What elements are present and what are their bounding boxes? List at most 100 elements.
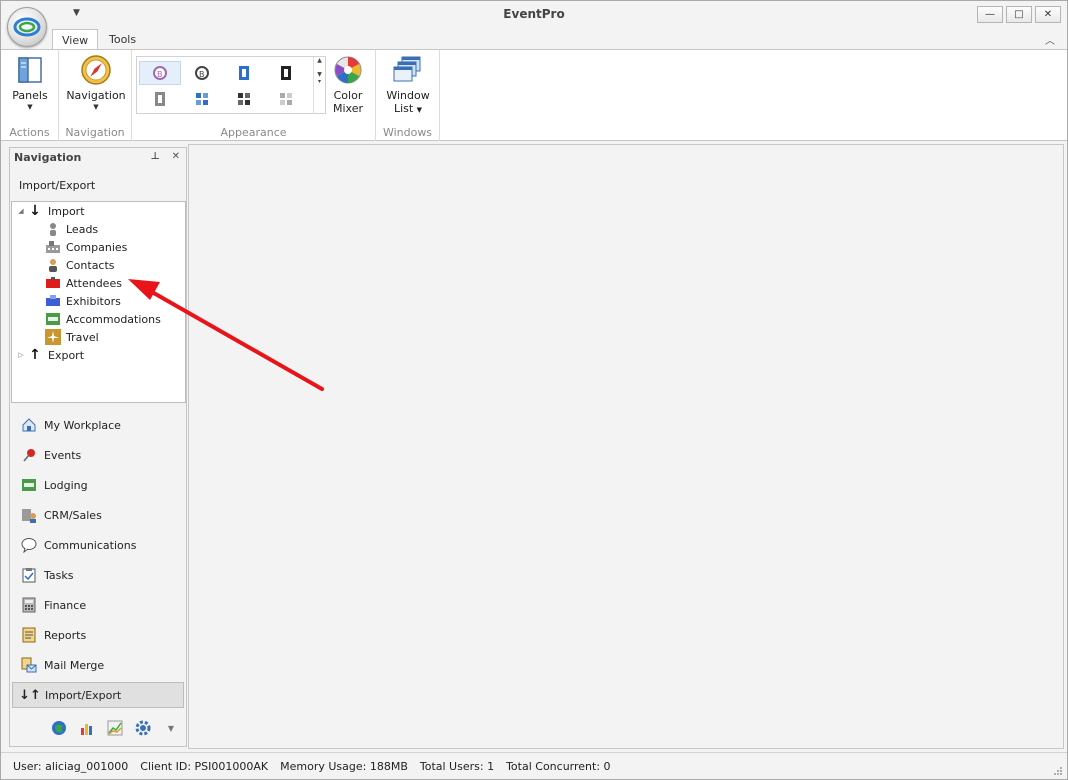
skin-tiles-blue-icon[interactable] (181, 87, 223, 111)
tree-item-leads[interactable]: Leads (45, 220, 98, 238)
color-wheel-icon (332, 54, 364, 86)
nav-button-import-export[interactable]: ↓↑ Import/Export (12, 682, 184, 708)
resize-grip-icon[interactable] (1053, 766, 1063, 776)
expand-icon[interactable]: ▷ (15, 351, 27, 359)
nav-section-title: Import/Export (19, 179, 96, 192)
home-icon (20, 416, 38, 434)
title-bar: ▼ EventPro — □ ✕ (1, 1, 1067, 29)
navigation-panel: Navigation ⊥ ✕ Import/Export ◢ ↓ Import … (9, 147, 187, 747)
clipboard-check-icon (20, 566, 38, 584)
color-mixer-label-2: Mixer (332, 102, 363, 115)
nav-footer-shortcuts: ▼ (50, 719, 180, 737)
nav-button-finance[interactable]: Finance (12, 592, 184, 618)
tree-item-label: Exhibitors (66, 294, 121, 308)
window-list-icon (392, 54, 424, 86)
window-title: EventPro (503, 7, 565, 21)
skin-bezier-icon[interactable]: B (139, 61, 181, 85)
group-caption-windows: Windows (382, 126, 433, 139)
tree-item-travel[interactable]: Travel (45, 328, 99, 346)
collapse-ribbon-icon[interactable]: ︿ (1045, 32, 1055, 47)
skin-dark-bezier-icon[interactable]: B (181, 61, 223, 85)
svg-text:B: B (199, 70, 205, 79)
mail-merge-icon (20, 656, 38, 674)
window-list-dropdown-icon: ▼ (416, 106, 423, 114)
pin-icon[interactable]: ⊥ (150, 151, 159, 162)
tree-item-exhibitors[interactable]: Exhibitors (45, 292, 121, 310)
ribbon-group-navigation: Navigation ▼ Navigation (59, 50, 132, 141)
building-icon (45, 239, 61, 255)
tree-node-export[interactable]: ▷ ↑ Export (15, 346, 84, 364)
person-icon (45, 221, 61, 237)
ribbon: Panels ▼ Actions Navigation ▼ Navigation (1, 49, 1067, 141)
nav-button-tasks[interactable]: Tasks (12, 562, 184, 588)
nav-button-label: Tasks (44, 568, 74, 582)
collapse-icon[interactable]: ◢ (15, 207, 27, 215)
nav-button-label: My Workplace (44, 418, 121, 432)
navigation-button[interactable]: Navigation ▼ (65, 54, 127, 111)
import-export-tree: ◢ ↓ Import Leads Companies Contacts Atte… (11, 201, 186, 403)
nav-button-mail-merge[interactable]: Mail Merge (12, 652, 184, 678)
skin-office-gray-icon[interactable] (139, 87, 181, 111)
gear-icon[interactable] (134, 719, 152, 737)
globe-icon[interactable] (50, 719, 68, 737)
bed-icon (45, 311, 61, 327)
more-options-icon[interactable]: ▼ (162, 719, 180, 737)
maximize-button[interactable]: □ (1006, 6, 1032, 23)
nav-button-communications[interactable]: Communications (12, 532, 184, 558)
tab-tools[interactable]: Tools (100, 29, 145, 50)
tree-item-attendees[interactable]: Attendees (45, 274, 122, 292)
tree-item-label: Attendees (66, 276, 122, 290)
svg-text:B: B (157, 70, 163, 79)
tree-item-label: Companies (66, 240, 128, 254)
nav-button-events[interactable]: Events (12, 442, 184, 468)
tree-item-accommodations[interactable]: Accommodations (45, 310, 161, 328)
attendee-badge-icon (45, 275, 61, 291)
close-panel-icon[interactable]: ✕ (172, 151, 180, 162)
ribbon-group-appearance: B B ▲ ▼ ▾ Color Mixer Appearance (132, 50, 376, 141)
gallery-scroll[interactable]: ▲ ▼ ▾ (313, 57, 325, 113)
color-mixer-button[interactable]: Color Mixer (328, 54, 368, 115)
color-mixer-label-1: Color (333, 89, 363, 102)
status-total-concurrent: Total Concurrent: 0 (506, 759, 611, 773)
nav-button-crm-sales[interactable]: CRM/Sales (12, 502, 184, 528)
ribbon-tab-row: View Tools ︿ (1, 29, 1067, 50)
window-list-label-2: List (393, 102, 414, 115)
nav-button-my-workplace[interactable]: My Workplace (12, 412, 184, 438)
line-chart-icon[interactable] (106, 719, 124, 737)
panels-button[interactable]: Panels ▼ (11, 54, 49, 111)
skin-tiles-dark-icon[interactable] (223, 87, 265, 111)
navigation-panel-title: Navigation (14, 151, 82, 164)
report-icon (20, 626, 38, 644)
skin-tiles-light-icon[interactable] (265, 87, 307, 111)
app-menu-orb-icon[interactable] (7, 7, 47, 47)
tree-node-label: Import (48, 204, 85, 218)
tree-item-companies[interactable]: Companies (45, 238, 127, 256)
airplane-icon (45, 329, 61, 345)
window-controls: — □ ✕ (977, 6, 1061, 23)
contact-icon (45, 257, 61, 273)
ribbon-group-actions: Panels ▼ Actions (1, 50, 59, 141)
skin-office-black-icon[interactable] (265, 61, 307, 85)
group-caption-appearance: Appearance (220, 126, 287, 139)
compass-icon (80, 54, 112, 86)
nav-button-lodging[interactable]: Lodging (12, 472, 184, 498)
skin-gallery: B B ▲ ▼ ▾ (136, 56, 326, 114)
nav-button-reports[interactable]: Reports (12, 622, 184, 648)
arrow-up-icon: ↑ (29, 347, 41, 363)
tree-item-contacts[interactable]: Contacts (45, 256, 115, 274)
tree-node-import[interactable]: ◢ ↓ Import (15, 202, 85, 220)
app-window: ▼ EventPro — □ ✕ View Tools ︿ Panels ▼ A… (0, 0, 1068, 780)
bar-chart-icon[interactable] (78, 719, 96, 737)
minimize-button[interactable]: — (977, 6, 1003, 23)
main-work-area (188, 144, 1064, 749)
close-button[interactable]: ✕ (1035, 6, 1061, 23)
skin-office-blue-icon[interactable] (223, 61, 265, 85)
navigation-dropdown-icon: ▼ (93, 103, 99, 111)
status-bar: User: aliciag_001000 Client ID: PSI00100… (1, 752, 1067, 779)
window-list-button[interactable]: Window List ▼ (384, 54, 432, 115)
speech-bubble-icon (20, 536, 38, 554)
tab-view[interactable]: View (52, 29, 99, 50)
group-caption-navigation: Navigation (65, 126, 125, 139)
status-total-users: Total Users: 1 (419, 759, 495, 773)
window-list-label-row: List ▼ (384, 102, 432, 115)
